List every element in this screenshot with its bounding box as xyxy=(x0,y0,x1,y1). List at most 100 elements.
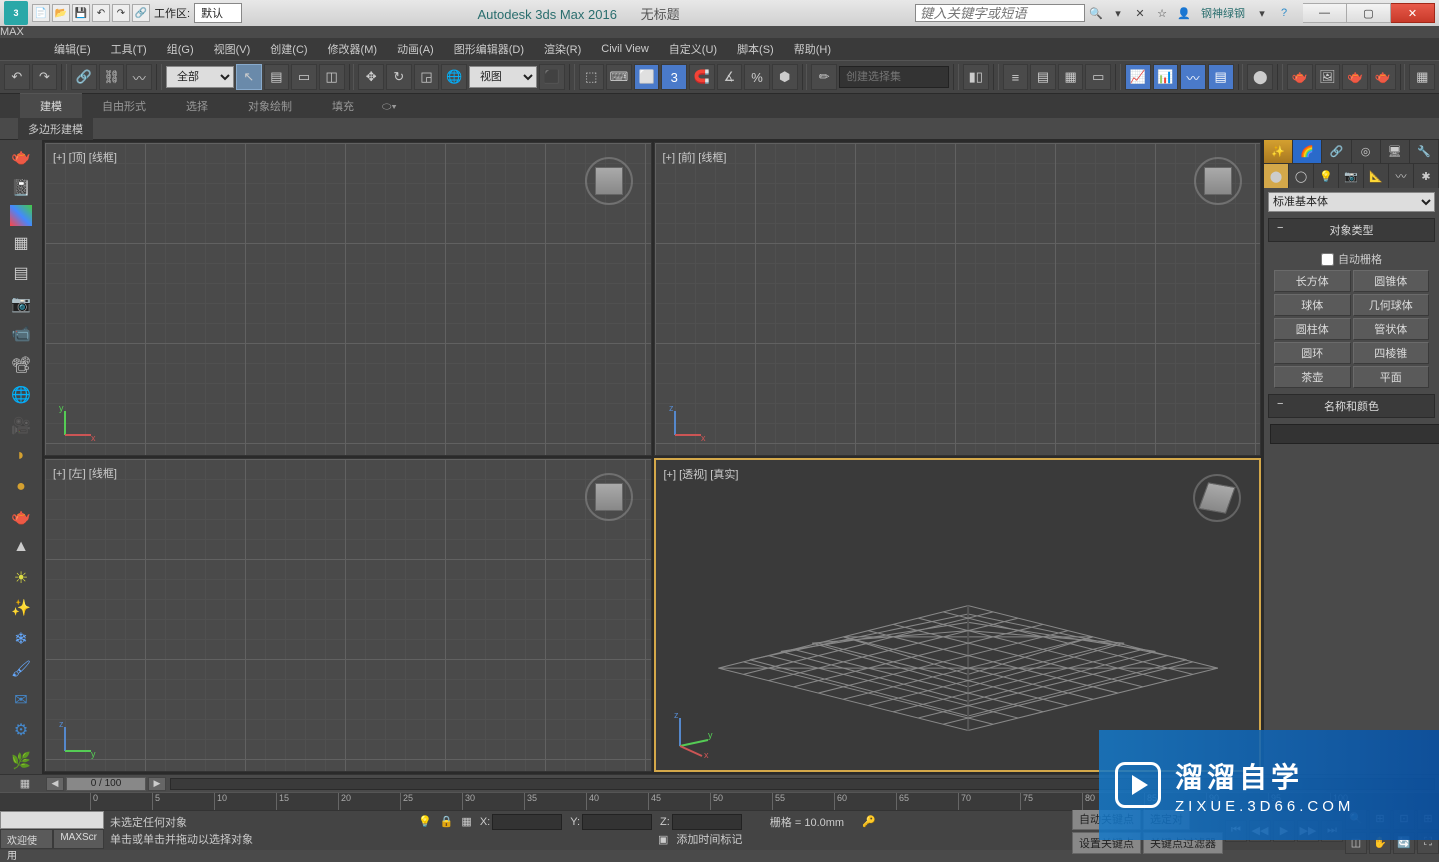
time-tag-icon[interactable]: ▣ xyxy=(658,833,668,846)
camera4-icon[interactable]: 🎥 xyxy=(7,412,35,438)
y-coord-input[interactable] xyxy=(582,814,652,830)
sphere-button[interactable]: 球体 xyxy=(1274,294,1351,316)
ribbon-tab-populate[interactable]: 填充 xyxy=(312,94,374,118)
viewcube-top[interactable] xyxy=(579,151,639,211)
brush-icon[interactable]: 🖌 xyxy=(7,656,35,682)
named-selection-combo[interactable] xyxy=(839,66,949,88)
box-icon[interactable]: ▦ xyxy=(7,230,35,256)
close-button[interactable]: ✕ xyxy=(1391,3,1435,23)
angle-snap-button[interactable]: 🧲 xyxy=(689,64,715,90)
scale-button[interactable]: ◲ xyxy=(414,64,440,90)
cone-icon[interactable]: ▲ xyxy=(7,534,35,560)
autogrid-checkbox[interactable]: 自动栅格 xyxy=(1270,248,1433,270)
systems-category[interactable]: ✱ xyxy=(1414,164,1439,188)
redo-button[interactable]: ↷ xyxy=(32,64,58,90)
rect-region-button[interactable]: ▭ xyxy=(291,64,317,90)
camera3-icon[interactable]: 📽 xyxy=(7,352,35,378)
grass-icon[interactable]: 🌿 xyxy=(7,747,35,773)
maxscript-mini-listener[interactable] xyxy=(0,811,104,829)
selection-lock-icon[interactable]: ▦ xyxy=(461,815,471,828)
named-selection-button[interactable]: ✏ xyxy=(811,64,837,90)
subcategory-combo[interactable]: 标准基本体 xyxy=(1268,192,1435,212)
gear-icon[interactable]: ⚙ xyxy=(7,717,35,743)
mirror-button[interactable]: ▮▯ xyxy=(963,64,989,90)
teapot2-icon[interactable]: 🫖 xyxy=(7,504,35,530)
maxscript-tab[interactable]: MAXScr xyxy=(53,829,104,849)
app-menu-button[interactable]: MAX xyxy=(0,26,1439,38)
timeconfig-icon[interactable]: ▦ xyxy=(20,777,30,790)
maximize-button[interactable]: ▢ xyxy=(1347,3,1391,23)
selection-filter-combo[interactable]: 全部 xyxy=(166,66,234,88)
pyramid-button[interactable]: 四棱锥 xyxy=(1353,342,1430,364)
material-editor-button[interactable]: ⬤ xyxy=(1247,64,1273,90)
camera1-icon[interactable]: 📷 xyxy=(7,291,35,317)
user-icon[interactable]: 👤 xyxy=(1173,3,1195,23)
help-icon[interactable]: ? xyxy=(1273,3,1295,23)
ref-coord-combo[interactable]: 视图 xyxy=(469,66,537,88)
render-online-button[interactable]: ▦ xyxy=(1409,64,1435,90)
isolate-icon[interactable]: 🔒 xyxy=(440,815,454,828)
link-button[interactable]: 🔗 xyxy=(71,64,97,90)
cone-button[interactable]: 圆锥体 xyxy=(1353,270,1430,292)
trackview-button[interactable]: ▤ xyxy=(1208,64,1234,90)
help-search-input[interactable] xyxy=(915,4,1085,22)
search-icon[interactable]: 🔍 xyxy=(1085,3,1107,23)
menu-grapheditors[interactable]: 图形编辑器(D) xyxy=(444,38,534,60)
ribbon-toggle-button[interactable]: ▭ xyxy=(1085,64,1111,90)
edged-faces-button[interactable]: ⬢ xyxy=(772,64,798,90)
workspace-combo[interactable]: 默认 xyxy=(194,3,242,23)
spinner-snap-button[interactable]: % xyxy=(744,64,770,90)
viewport-perspective[interactable]: [+] [透视] [真实] zyx xyxy=(654,458,1262,772)
mail-icon[interactable]: ✉ xyxy=(7,687,35,713)
helpers-category[interactable]: 📐 xyxy=(1364,164,1389,188)
menu-help[interactable]: 帮助(H) xyxy=(784,38,841,60)
globe-icon[interactable]: 🌐 xyxy=(7,382,35,408)
schematic-view-button[interactable]: 📊 xyxy=(1153,64,1179,90)
unlink-button[interactable]: ⛓ xyxy=(99,64,125,90)
qat-open-icon[interactable]: 📂 xyxy=(52,4,70,22)
dome-icon[interactable]: ◗ xyxy=(7,443,35,469)
snap-toggle-button[interactable]: ⬜ xyxy=(634,64,660,90)
rollout-namecolor[interactable]: 名称和颜色 xyxy=(1268,394,1435,418)
select-by-name-button[interactable]: ▤ xyxy=(264,64,290,90)
viewcube-persp[interactable] xyxy=(1187,468,1247,528)
pivot-button[interactable]: ⬛ xyxy=(539,64,565,90)
undo-button[interactable]: ↶ xyxy=(4,64,30,90)
bind-button[interactable]: 〰 xyxy=(126,64,152,90)
menu-group[interactable]: 组(G) xyxy=(157,38,204,60)
menu-edit[interactable]: 编辑(E) xyxy=(44,38,101,60)
dopesheet-button[interactable]: 〰 xyxy=(1180,64,1206,90)
ribbon-tab-objectpaint[interactable]: 对象绘制 xyxy=(228,94,312,118)
viewcube-front[interactable] xyxy=(1188,151,1248,211)
ribbon-tab-selection[interactable]: 选择 xyxy=(166,94,228,118)
exchange-icon[interactable]: ✕ xyxy=(1129,3,1151,23)
x-coord-input[interactable] xyxy=(492,814,562,830)
next-frame-button[interactable]: ▶ xyxy=(148,777,166,791)
create-tab[interactable]: ✨ xyxy=(1264,140,1293,163)
prev-frame-button[interactable]: ◀ xyxy=(46,777,64,791)
menu-modifiers[interactable]: 修改器(M) xyxy=(318,38,388,60)
favorite-icon[interactable]: ☆ xyxy=(1151,3,1173,23)
particles-icon[interactable]: ❄ xyxy=(7,626,35,652)
keyboard-shortcut-button[interactable]: ⌨ xyxy=(606,64,632,90)
viewport-top[interactable]: [+] [顶] [线框] yx xyxy=(44,142,652,456)
percent-snap-button[interactable]: ∡ xyxy=(717,64,743,90)
viewport-left-label[interactable]: [+] [左] [线框] xyxy=(53,465,117,481)
tube-button[interactable]: 管状体 xyxy=(1353,318,1430,340)
manipulate-button[interactable]: ⬚ xyxy=(579,64,605,90)
hierarchy-tab[interactable]: 🔗 xyxy=(1322,140,1351,163)
align-button[interactable]: ≡ xyxy=(1003,64,1029,90)
menu-civilview[interactable]: Civil View xyxy=(591,40,658,58)
color-icon[interactable] xyxy=(10,205,32,226)
snap-3d-button[interactable]: 3 xyxy=(661,64,687,90)
lights-category[interactable]: 💡 xyxy=(1314,164,1339,188)
display-tab[interactable]: 🖥 xyxy=(1381,140,1410,163)
lock-icon[interactable]: 💡 xyxy=(418,815,432,828)
camera2-icon[interactable]: 📹 xyxy=(7,321,35,347)
ribbon-minimize-icon[interactable]: ⬭▾ xyxy=(374,97,405,118)
dropdown-icon[interactable]: ▾ xyxy=(1251,3,1273,23)
utilities-tab[interactable]: 🔧 xyxy=(1410,140,1439,163)
curve-editor-button[interactable]: 📈 xyxy=(1125,64,1151,90)
qat-undo-icon[interactable]: ↶ xyxy=(92,4,110,22)
qat-save-icon[interactable]: 💾 xyxy=(72,4,90,22)
